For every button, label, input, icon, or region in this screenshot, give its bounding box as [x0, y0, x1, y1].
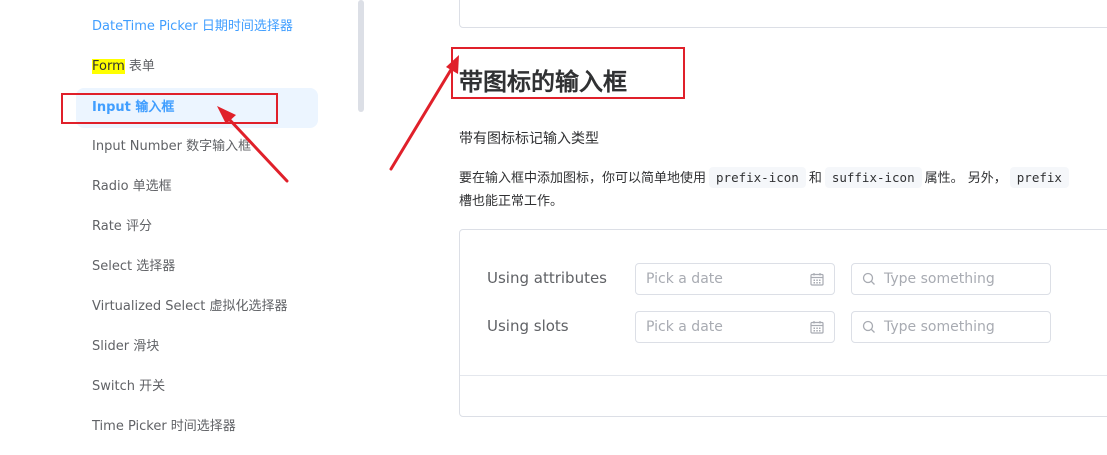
sidebar-item-slider[interactable]: Slider 滑块: [76, 327, 318, 367]
para-text: 属性。 另外，: [924, 171, 1007, 186]
annotation-box-sidebar: [61, 93, 278, 124]
sidebar-item-label: 表单: [124, 59, 155, 74]
sidebar-scrollbar[interactable]: [358, 0, 364, 112]
sidebar-item-radio[interactable]: Radio 单选框: [76, 167, 318, 207]
calendar-icon: [810, 321, 824, 334]
sidebar-item-virtualized-select[interactable]: Virtualized Select 虚拟化选择器: [76, 287, 318, 327]
date-picker-input[interactable]: Pick a date: [635, 263, 835, 295]
description-paragraph: 要在输入框中添加图标，你可以简单地使用 prefix-icon 和 suffix-ic…: [459, 166, 1107, 191]
sidebar-nav: DateTime Picker 日期时间选择器 Form 表单 Input 输入…: [0, 0, 364, 455]
date-placeholder: Pick a date: [646, 319, 723, 335]
search-input[interactable]: Type something: [851, 263, 1051, 295]
sidebar-item-time-picker[interactable]: Time Picker 时间选择器: [76, 407, 318, 447]
search-placeholder: Type something: [884, 319, 995, 335]
para-text: 和: [808, 171, 822, 186]
sidebar-item-form[interactable]: Form 表单: [76, 47, 318, 87]
sidebar-item-rate[interactable]: Rate 评分: [76, 207, 318, 247]
code-suffix-icon: suffix-icon: [824, 167, 922, 188]
demo-divider: [460, 375, 1107, 376]
row-label-slots: Using slots: [487, 317, 569, 335]
row-label-attributes: Using attributes: [487, 269, 607, 287]
highlighted-text: Form: [92, 59, 125, 74]
search-placeholder: Type something: [884, 271, 995, 287]
search-icon: [862, 272, 875, 285]
section-description: 带有图标标记输入类型: [459, 131, 599, 147]
para-text: 要在输入框中添加图标，你可以简单地使用: [459, 171, 707, 186]
code-prefix-icon: prefix-icon: [709, 167, 806, 188]
date-placeholder: Pick a date: [646, 271, 723, 287]
sidebar-item-switch[interactable]: Switch 开关: [76, 367, 318, 407]
annotation-box-title: [451, 47, 685, 99]
calendar-icon: [810, 273, 824, 286]
search-icon: [862, 320, 875, 333]
date-picker-input[interactable]: Pick a date: [635, 311, 835, 343]
sidebar-item-datetime-picker[interactable]: DateTime Picker 日期时间选择器: [76, 7, 318, 47]
sidebar-item-select[interactable]: Select 选择器: [76, 247, 318, 287]
para-text-line2: 槽也能正常工作。: [459, 194, 564, 209]
code-prefix: prefix: [1009, 167, 1069, 188]
sidebar-item-input-number[interactable]: Input Number 数字输入框: [76, 127, 318, 167]
previous-demo-card: [459, 0, 1107, 28]
search-input[interactable]: Type something: [851, 311, 1051, 343]
